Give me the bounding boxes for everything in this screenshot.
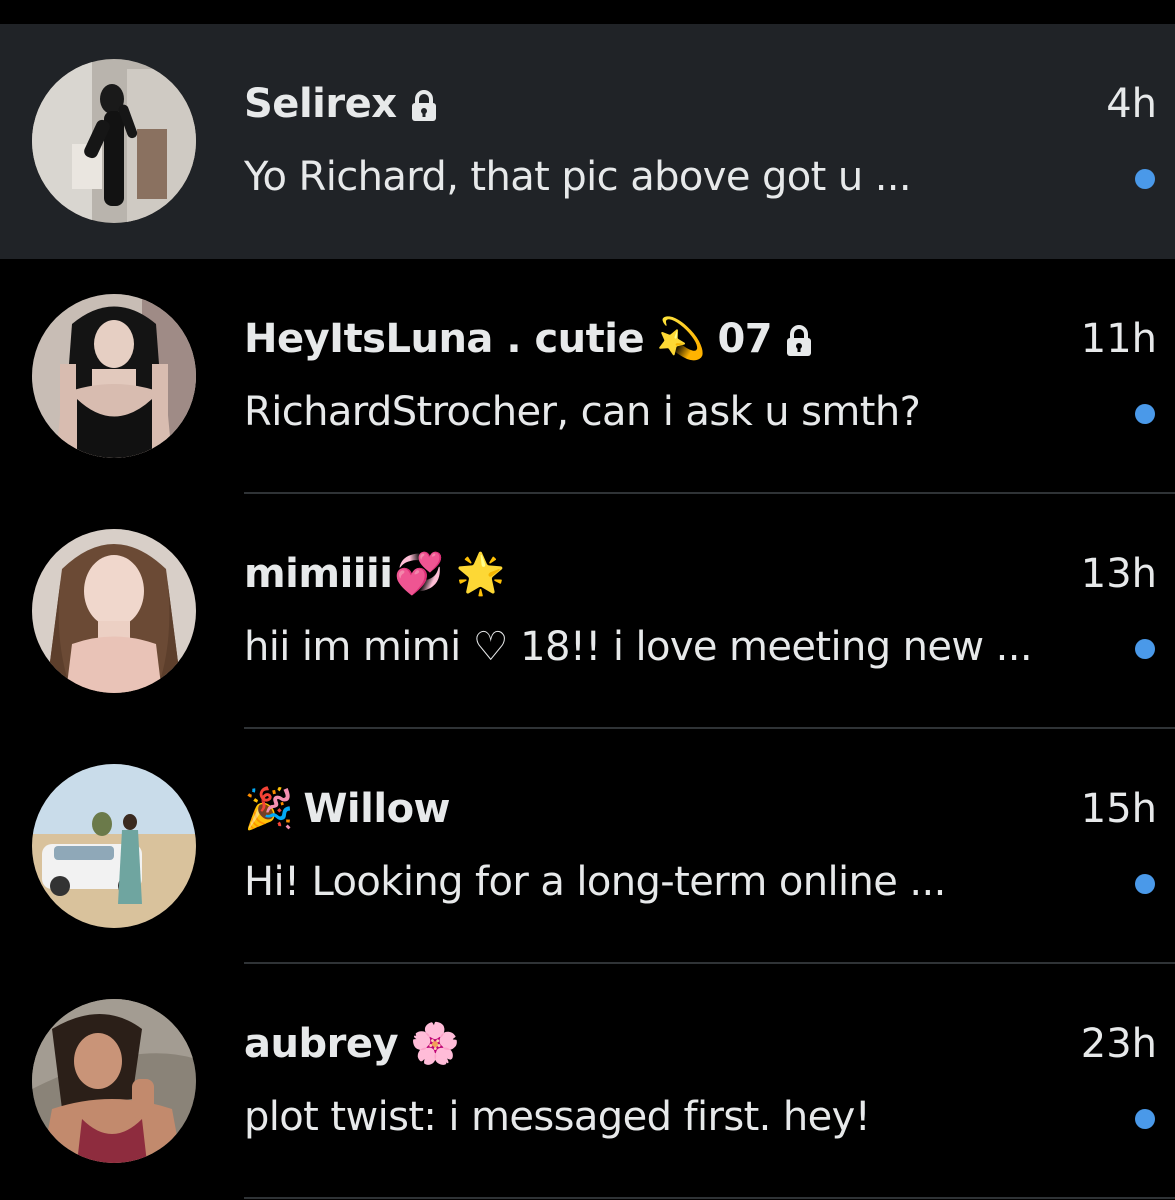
unread-dot [1135, 639, 1155, 659]
glowing-star-icon: 🌟 [455, 551, 506, 597]
conversation-name: 🎉 Willow [244, 784, 462, 834]
conversation-row[interactable]: HeyItsLuna . cutie 💫 07 RichardStrocher,… [0, 259, 1175, 494]
dizzy-icon: 💫 [656, 316, 706, 362]
lock-icon [409, 87, 439, 121]
conversation-name: HeyItsLuna . cutie 💫 07 [244, 314, 826, 364]
unread-dot [1135, 169, 1155, 189]
cherry-blossom-icon: 🌸 [410, 1021, 460, 1067]
unread-dot [1135, 874, 1155, 894]
divider [244, 1197, 1175, 1199]
top-strip [0, 0, 1175, 24]
display-name: HeyItsLuna . cutie [244, 316, 645, 362]
conversation-name: mimiiii 💞 🌟 [244, 549, 517, 599]
avatar-image [32, 59, 196, 223]
avatar-image [32, 294, 196, 458]
unread-dot [1135, 404, 1155, 424]
timestamp: 11h [1080, 316, 1157, 362]
display-name: Selirex [244, 81, 397, 127]
avatar[interactable] [32, 59, 196, 223]
lock-icon [784, 322, 814, 356]
message-preview: RichardStrocher, can i ask u smth? [244, 389, 921, 435]
avatar-image [32, 999, 196, 1163]
conversation-name: Selirex [244, 79, 451, 129]
avatar[interactable] [32, 294, 196, 458]
message-preview: Hi! Looking for a long-term online ... [244, 859, 946, 905]
avatar-image [32, 764, 196, 928]
timestamp: 13h [1080, 551, 1157, 597]
avatar[interactable] [32, 999, 196, 1163]
conversation-row[interactable]: 🎉 Willow Hi! Looking for a long-term onl… [0, 729, 1175, 964]
display-name: mimiiii [244, 551, 393, 597]
timestamp: 15h [1080, 786, 1157, 832]
revolving-hearts-icon: 💞 [394, 551, 444, 597]
timestamp: 23h [1080, 1021, 1157, 1067]
conversation-row[interactable]: mimiiii 💞 🌟 hii im mimi ♡ 18!! i love me… [0, 494, 1175, 729]
timestamp: 4h [1106, 81, 1157, 127]
display-name-suffix: 07 [717, 316, 773, 362]
avatar[interactable] [32, 529, 196, 693]
display-name: aubrey [244, 1021, 399, 1067]
message-preview: hii im mimi ♡ 18!! i love meeting new ..… [244, 624, 1033, 670]
conversation-row[interactable]: Selirex Yo Richard, that pic above got u… [0, 24, 1175, 259]
conversation-row[interactable]: aubrey 🌸 plot twist: i messaged first. h… [0, 964, 1175, 1199]
conversation-name: aubrey 🌸 [244, 1019, 471, 1069]
message-preview: Yo Richard, that pic above got u ... [244, 154, 912, 200]
party-popper-icon: 🎉 [244, 786, 294, 832]
avatar[interactable] [32, 764, 196, 928]
avatar-image [32, 529, 196, 693]
message-preview: plot twist: i messaged first. hey! [244, 1094, 871, 1140]
unread-dot [1135, 1109, 1155, 1129]
display-name: Willow [303, 786, 450, 832]
